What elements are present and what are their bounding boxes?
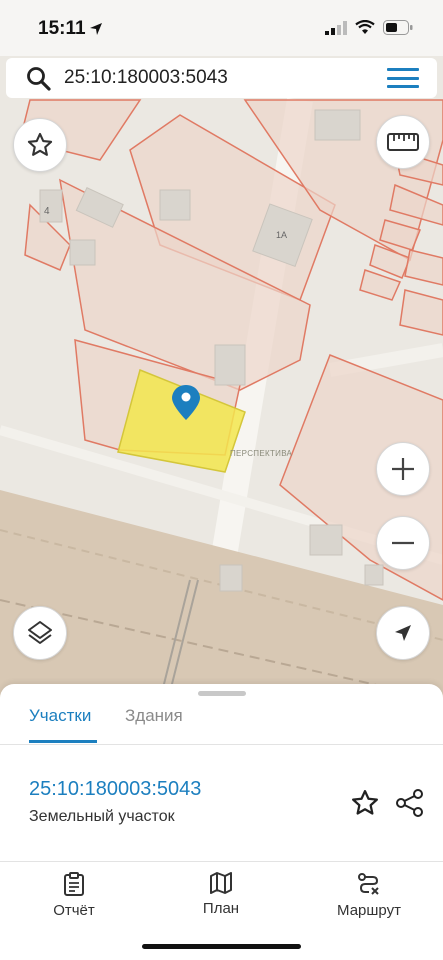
ruler-button[interactable] — [376, 115, 430, 169]
sheet-tabs: Участки Здания — [0, 700, 443, 744]
tab-buildings[interactable]: Здания — [125, 706, 183, 726]
signal-icon — [325, 20, 347, 35]
plus-icon — [392, 458, 414, 480]
zoom-in-button[interactable] — [376, 442, 430, 496]
nav-item-report[interactable]: Отчёт — [14, 872, 134, 919]
divider — [0, 744, 443, 745]
favorites-button[interactable] — [13, 118, 67, 172]
nav-item-plan[interactable]: План — [161, 872, 281, 917]
status-time: 15:11 — [38, 18, 86, 39]
building-label: 4 — [44, 206, 50, 217]
star-icon[interactable] — [350, 788, 380, 818]
map-canvas — [0, 0, 443, 700]
nav-item-route[interactable]: Маршрут — [309, 872, 429, 919]
bottom-sheet: Участки Здания 25:10:180003:5043 Земельн… — [0, 684, 443, 862]
nav-label-plan: План — [202, 900, 240, 917]
my-location-button[interactable] — [376, 606, 430, 660]
status-bar: 15:11 — [0, 0, 443, 56]
tab-parcels[interactable]: Участки — [29, 706, 91, 726]
result-type: Земельный участок — [29, 808, 175, 825]
nav-label-report: Отчёт — [53, 902, 95, 919]
search-icon[interactable] — [26, 66, 52, 92]
report-icon — [64, 872, 84, 896]
active-tab-indicator — [29, 740, 97, 743]
zoom-out-button[interactable] — [376, 516, 430, 570]
route-icon — [358, 873, 379, 895]
location-arrow-icon — [90, 23, 102, 35]
layers-icon — [28, 621, 52, 644]
navigation-arrow-icon — [395, 625, 411, 641]
result-cadastral-number[interactable]: 25:10:180003:5043 — [29, 778, 201, 801]
map-view[interactable]: ПЕРСПЕКТИВА 4 1А — [0, 0, 443, 700]
nav-label-route: Маршрут — [337, 902, 401, 919]
layers-button[interactable] — [13, 606, 67, 660]
search-input[interactable] — [64, 64, 364, 92]
sheet-grab-handle[interactable] — [198, 691, 246, 696]
status-indicators — [325, 20, 413, 35]
search-bar — [6, 58, 437, 98]
building-label: 1А — [276, 230, 288, 240]
share-icon[interactable] — [395, 788, 425, 818]
map-watermark: ПЕРСПЕКТИВА — [230, 449, 293, 458]
battery-icon — [383, 20, 413, 35]
bottom-nav: Отчёт План Маршрут — [0, 862, 443, 960]
minus-icon — [392, 541, 414, 545]
map-plan-icon — [210, 872, 232, 894]
wifi-icon — [355, 20, 375, 34]
ruler-icon — [387, 133, 419, 151]
star-icon — [27, 132, 53, 156]
home-indicator — [142, 944, 301, 949]
menu-icon[interactable] — [387, 68, 419, 88]
